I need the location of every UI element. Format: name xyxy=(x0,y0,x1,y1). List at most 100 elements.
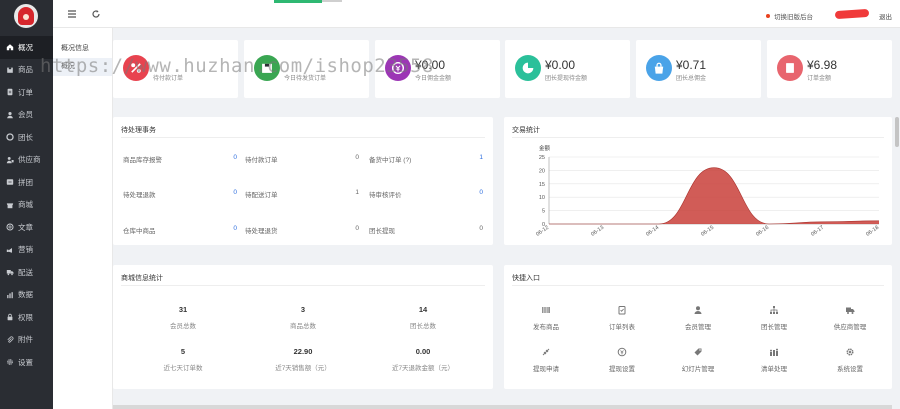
price-tag-icon xyxy=(694,348,702,356)
divider xyxy=(512,285,884,286)
mall-stats-panel: 商城信息统计 31 会员总数 3 商品总数 14 团长总数 5 近七天订单数 22.90 近7天销… xyxy=(113,265,493,389)
pending-label[interactable]: 待处理退款 xyxy=(123,189,156,199)
divider xyxy=(121,137,485,138)
sidebar-item-label: 附件 xyxy=(18,335,33,345)
quick-entry-label: 订单列表 xyxy=(609,324,635,331)
logout-link[interactable]: 退出 xyxy=(879,11,892,21)
mall-stat-value: 5 xyxy=(180,347,186,356)
quick-entry[interactable]: 发布商品 xyxy=(516,305,576,331)
pending-count[interactable]: 0 xyxy=(349,154,359,161)
pending-label[interactable]: 备货中订单 (?) xyxy=(369,154,411,164)
mall-stat-label: 商品总数 xyxy=(290,323,316,330)
supplier-icon xyxy=(6,156,14,163)
pending-count[interactable]: 1 xyxy=(349,189,359,196)
people-icon xyxy=(770,348,778,356)
panel-title: 商城信息统计 xyxy=(121,275,163,282)
stat-icon-badge xyxy=(646,55,672,81)
quick-entry[interactable]: 供应商管理 xyxy=(820,305,880,331)
sidebar-item-9[interactable]: 营销 xyxy=(0,239,53,262)
quick-entry-label: 提现申请 xyxy=(533,366,559,373)
quick-entry[interactable]: 清单处理 xyxy=(744,347,804,373)
y-tick-label: 5 xyxy=(542,209,545,215)
sidebar-item-14[interactable]: 设置 xyxy=(0,351,53,374)
quick-entry[interactable]: 提现申请 xyxy=(516,347,576,373)
quick-entry[interactable]: 会员管理 xyxy=(668,305,728,331)
pending-label[interactable]: 待配送订单 xyxy=(245,189,278,199)
submenu: 概况信息 概况 xyxy=(53,28,113,409)
stat-icon-badge xyxy=(777,55,803,81)
quick-entry[interactable]: 系统设置 xyxy=(820,347,880,373)
y-axis-label: 金额 xyxy=(539,144,551,152)
sidebar-item-12[interactable]: 权限 xyxy=(0,306,53,329)
truck-icon xyxy=(846,307,855,314)
pending-row: 仓库中商品 0 待处理退货 0 团长提现 0 xyxy=(113,225,493,237)
pending-count[interactable]: 0 xyxy=(227,154,237,161)
article-icon xyxy=(6,223,14,231)
stat-label: 团长提现待金额 xyxy=(545,76,588,82)
sidebar-item-2[interactable]: 订单 xyxy=(0,81,53,104)
sidebar-nav: 概况 商品 订单 会员 团长 供应商 拼团 商城 文章 营销 配送 数据 权限 附件 设置 xyxy=(0,36,53,374)
sidebar-item-13[interactable]: 附件 xyxy=(0,329,53,352)
sidebar-item-4[interactable]: 团长 xyxy=(0,126,53,149)
sidebar-item-3[interactable]: 会员 xyxy=(0,104,53,127)
quick-entry-label: 团长管理 xyxy=(761,324,787,331)
tab-indicator xyxy=(322,0,342,2)
quick-entry[interactable]: 团长管理 xyxy=(744,305,804,331)
quick-entry-label: 系统设置 xyxy=(837,366,863,373)
mall-stat: 3 商品总数 xyxy=(243,305,363,330)
chart-icon xyxy=(7,291,13,298)
quick-entry[interactable]: 提现设置 xyxy=(592,347,652,373)
user-name-redacted[interactable] xyxy=(834,8,870,20)
pending-label[interactable]: 商品库存报警 xyxy=(123,154,162,164)
pending-count[interactable]: 0 xyxy=(227,225,237,232)
pending-count[interactable]: 0 xyxy=(227,189,237,196)
sidebar-item-label: 文章 xyxy=(18,222,33,232)
mall-stat-label: 近7天退款金额（元） xyxy=(391,365,455,372)
coin-icon xyxy=(617,347,627,357)
pending-label[interactable]: 团长提现 xyxy=(369,225,395,235)
pending-count[interactable]: 0 xyxy=(473,225,483,232)
stat-card[interactable]: ¥6.98 订单金额 xyxy=(767,40,892,98)
stat-value: ¥6.98 xyxy=(807,58,838,72)
tag-icon xyxy=(542,348,550,356)
quick-entry[interactable]: 订单列表 xyxy=(592,305,652,331)
y-tick-label: 20 xyxy=(539,168,545,174)
horizontal-scrollbar[interactable] xyxy=(113,405,892,409)
switch-old-admin-link[interactable]: 切换旧版后台 xyxy=(766,11,813,21)
sidebar-item-11[interactable]: 数据 xyxy=(0,284,53,307)
quick-entry-panel: 快捷入口 发布商品 订单列表 会员管理 团长管理 供应商管理 提现申请 提现设置 幻灯片管理 清… xyxy=(504,265,892,389)
divider xyxy=(121,285,485,286)
sidebar-item-label: 设置 xyxy=(18,357,33,367)
pending-label[interactable]: 待审核评价 xyxy=(369,189,402,199)
pending-count[interactable]: 0 xyxy=(349,225,359,232)
pending-count[interactable]: 0 xyxy=(473,189,483,196)
y-tick-label: 10 xyxy=(539,195,545,201)
mall-stat-value: 22.90 xyxy=(293,347,313,356)
quick-entry-label: 清单处理 xyxy=(761,366,787,373)
sidebar-item-6[interactable]: 拼团 xyxy=(0,171,53,194)
sidebar-item-8[interactable]: 文章 xyxy=(0,216,53,239)
pending-label[interactable]: 待处理退货 xyxy=(245,225,278,235)
sidebar-item-label: 商品 xyxy=(18,65,33,75)
stat-card[interactable]: ¥0.71 团长总佣金 xyxy=(636,40,761,98)
sidebar-item-label: 团长 xyxy=(18,132,33,142)
pending-label[interactable]: 仓库中商品 xyxy=(123,225,156,235)
mall-stat-value: 0.00 xyxy=(415,347,431,356)
stat-card[interactable]: ¥0.00 团长提现待金额 xyxy=(505,40,630,98)
refresh-icon[interactable] xyxy=(91,9,101,19)
sidebar-item-10[interactable]: 配送 xyxy=(0,261,53,284)
sidebar-item-7[interactable]: 商城 xyxy=(0,194,53,217)
topbar: 切换旧版后台 退出 xyxy=(53,0,900,28)
pending-label[interactable]: 待付款订单 xyxy=(245,154,278,164)
mall-stat-label: 近七天订单数 xyxy=(163,365,203,372)
quick-entry[interactable]: 幻灯片管理 xyxy=(668,347,728,373)
logo[interactable] xyxy=(14,4,38,28)
vertical-scrollbar[interactable] xyxy=(895,117,899,147)
pending-count[interactable]: 1 xyxy=(473,154,483,161)
menu-icon[interactable] xyxy=(67,9,77,19)
mall-stat-value: 14 xyxy=(418,305,428,314)
sidebar-item-5[interactable]: 供应商 xyxy=(0,149,53,172)
trade-chart: 金额051015202506-12 06-13 06-14 06-15 06-16 06-… xyxy=(535,144,880,238)
mall-stat-value: 31 xyxy=(178,305,188,314)
mall-stat-label: 团长总数 xyxy=(410,323,436,330)
